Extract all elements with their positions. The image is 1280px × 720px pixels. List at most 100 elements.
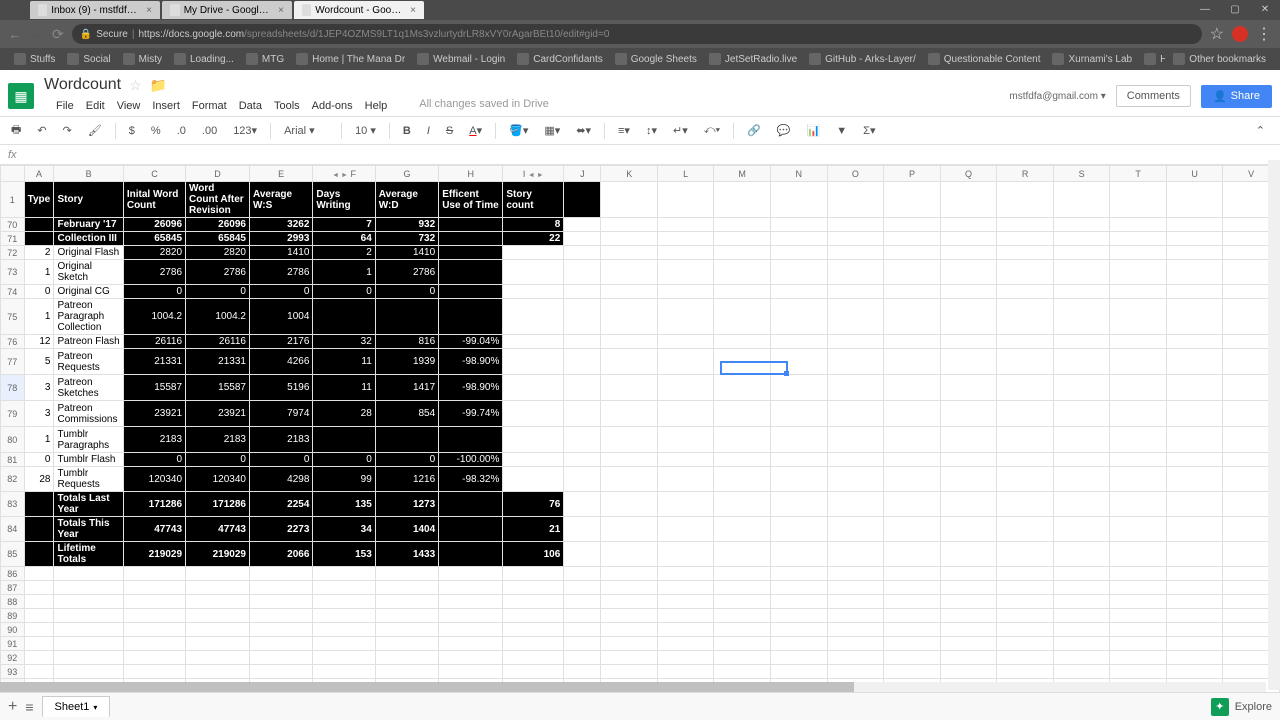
cell[interactable]: Word Count After Revision — [186, 182, 250, 218]
cell[interactable]: 76 — [503, 492, 564, 517]
cell[interactable]: 64 — [313, 232, 375, 246]
cell[interactable] — [439, 665, 503, 679]
cell[interactable] — [657, 232, 713, 246]
cell[interactable]: -98.32% — [439, 467, 503, 492]
cell[interactable]: Original Sketch — [54, 260, 123, 285]
cell[interactable]: 2786 — [375, 260, 438, 285]
all-sheets-button[interactable]: ≡ — [25, 699, 33, 715]
cell[interactable] — [564, 467, 601, 492]
cell[interactable] — [1053, 401, 1109, 427]
cell[interactable] — [564, 335, 601, 349]
cell[interactable] — [884, 517, 940, 542]
cell[interactable] — [1166, 232, 1223, 246]
cell[interactable] — [714, 567, 771, 581]
cell[interactable] — [770, 260, 827, 285]
cell[interactable] — [564, 375, 601, 401]
cell[interactable] — [601, 542, 657, 567]
cell[interactable] — [714, 218, 771, 232]
cell[interactable] — [564, 492, 601, 517]
cell[interactable] — [1110, 218, 1166, 232]
cell[interactable] — [657, 637, 713, 651]
cell[interactable] — [1053, 218, 1109, 232]
cell[interactable] — [601, 467, 657, 492]
cell[interactable] — [1110, 609, 1166, 623]
cell[interactable] — [714, 299, 771, 335]
cell[interactable] — [940, 375, 997, 401]
decimal-increase-icon[interactable]: .00 — [199, 123, 220, 139]
cell[interactable] — [1053, 182, 1109, 218]
bookmark-item[interactable]: GitHub - Arks-Layer/ — [803, 51, 922, 67]
cell[interactable]: 3 — [24, 375, 54, 401]
cell[interactable] — [439, 623, 503, 637]
column-header[interactable]: C — [123, 166, 185, 182]
cell[interactable] — [503, 665, 564, 679]
menu-edit[interactable]: Edit — [80, 98, 111, 114]
row-header[interactable]: 79 — [1, 401, 25, 427]
cell[interactable] — [884, 453, 940, 467]
cell[interactable] — [439, 260, 503, 285]
cell[interactable] — [940, 453, 997, 467]
cell[interactable] — [1166, 609, 1223, 623]
row-header[interactable]: 74 — [1, 285, 25, 299]
forward-button[interactable]: → — [30, 26, 44, 42]
cell[interactable] — [503, 260, 564, 285]
cell[interactable]: Tumblr Paragraphs — [54, 427, 123, 453]
cell[interactable]: 26096 — [123, 218, 185, 232]
move-folder-icon[interactable]: 📁 — [150, 77, 167, 94]
cell[interactable] — [601, 349, 657, 375]
cell[interactable]: Average W:S — [249, 182, 312, 218]
cell[interactable] — [249, 651, 312, 665]
bookmark-item[interactable]: JetSetRadio.live — [703, 51, 803, 67]
cell[interactable] — [375, 567, 438, 581]
cell[interactable] — [997, 665, 1054, 679]
cell[interactable]: 4266 — [249, 349, 312, 375]
cell[interactable]: 732 — [375, 232, 438, 246]
cell[interactable] — [1166, 623, 1223, 637]
cell[interactable] — [503, 595, 564, 609]
cell[interactable]: 0 — [186, 453, 250, 467]
cell[interactable]: Story — [54, 182, 123, 218]
cell[interactable] — [997, 651, 1054, 665]
cell[interactable]: 1216 — [375, 467, 438, 492]
cell[interactable]: 1404 — [375, 517, 438, 542]
comments-button[interactable]: Comments — [1116, 85, 1191, 107]
cell[interactable]: Collection III — [54, 232, 123, 246]
cell[interactable] — [657, 182, 713, 218]
cell[interactable] — [1166, 581, 1223, 595]
cell[interactable] — [884, 427, 940, 453]
cell[interactable]: 854 — [375, 401, 438, 427]
cell[interactable] — [186, 581, 250, 595]
cell[interactable] — [1110, 427, 1166, 453]
cell[interactable] — [249, 609, 312, 623]
cell[interactable] — [997, 285, 1054, 299]
column-header[interactable]: B — [54, 166, 123, 182]
cell[interactable] — [884, 401, 940, 427]
column-header[interactable]: U — [1166, 166, 1223, 182]
cell[interactable]: 2820 — [186, 246, 250, 260]
cell[interactable] — [714, 335, 771, 349]
cell[interactable] — [657, 517, 713, 542]
cell[interactable] — [123, 567, 185, 581]
cell[interactable] — [1166, 453, 1223, 467]
cell[interactable]: 2993 — [249, 232, 312, 246]
cell[interactable] — [997, 218, 1054, 232]
row-header[interactable]: 77 — [1, 349, 25, 375]
cell[interactable]: Patreon Flash — [54, 335, 123, 349]
cell[interactable] — [1110, 285, 1166, 299]
cell[interactable] — [770, 623, 827, 637]
cell[interactable] — [1110, 246, 1166, 260]
cell[interactable]: 11 — [313, 349, 375, 375]
cell[interactable] — [24, 542, 54, 567]
menu-file[interactable]: File — [50, 98, 80, 114]
cell[interactable]: 1939 — [375, 349, 438, 375]
cell[interactable] — [657, 299, 713, 335]
cell[interactable] — [827, 260, 884, 285]
cell[interactable] — [1053, 232, 1109, 246]
cell[interactable] — [714, 285, 771, 299]
cell[interactable]: Type — [24, 182, 54, 218]
cell[interactable] — [313, 427, 375, 453]
cell[interactable] — [1053, 285, 1109, 299]
cell[interactable] — [123, 651, 185, 665]
cell[interactable] — [997, 375, 1054, 401]
cell[interactable] — [601, 609, 657, 623]
